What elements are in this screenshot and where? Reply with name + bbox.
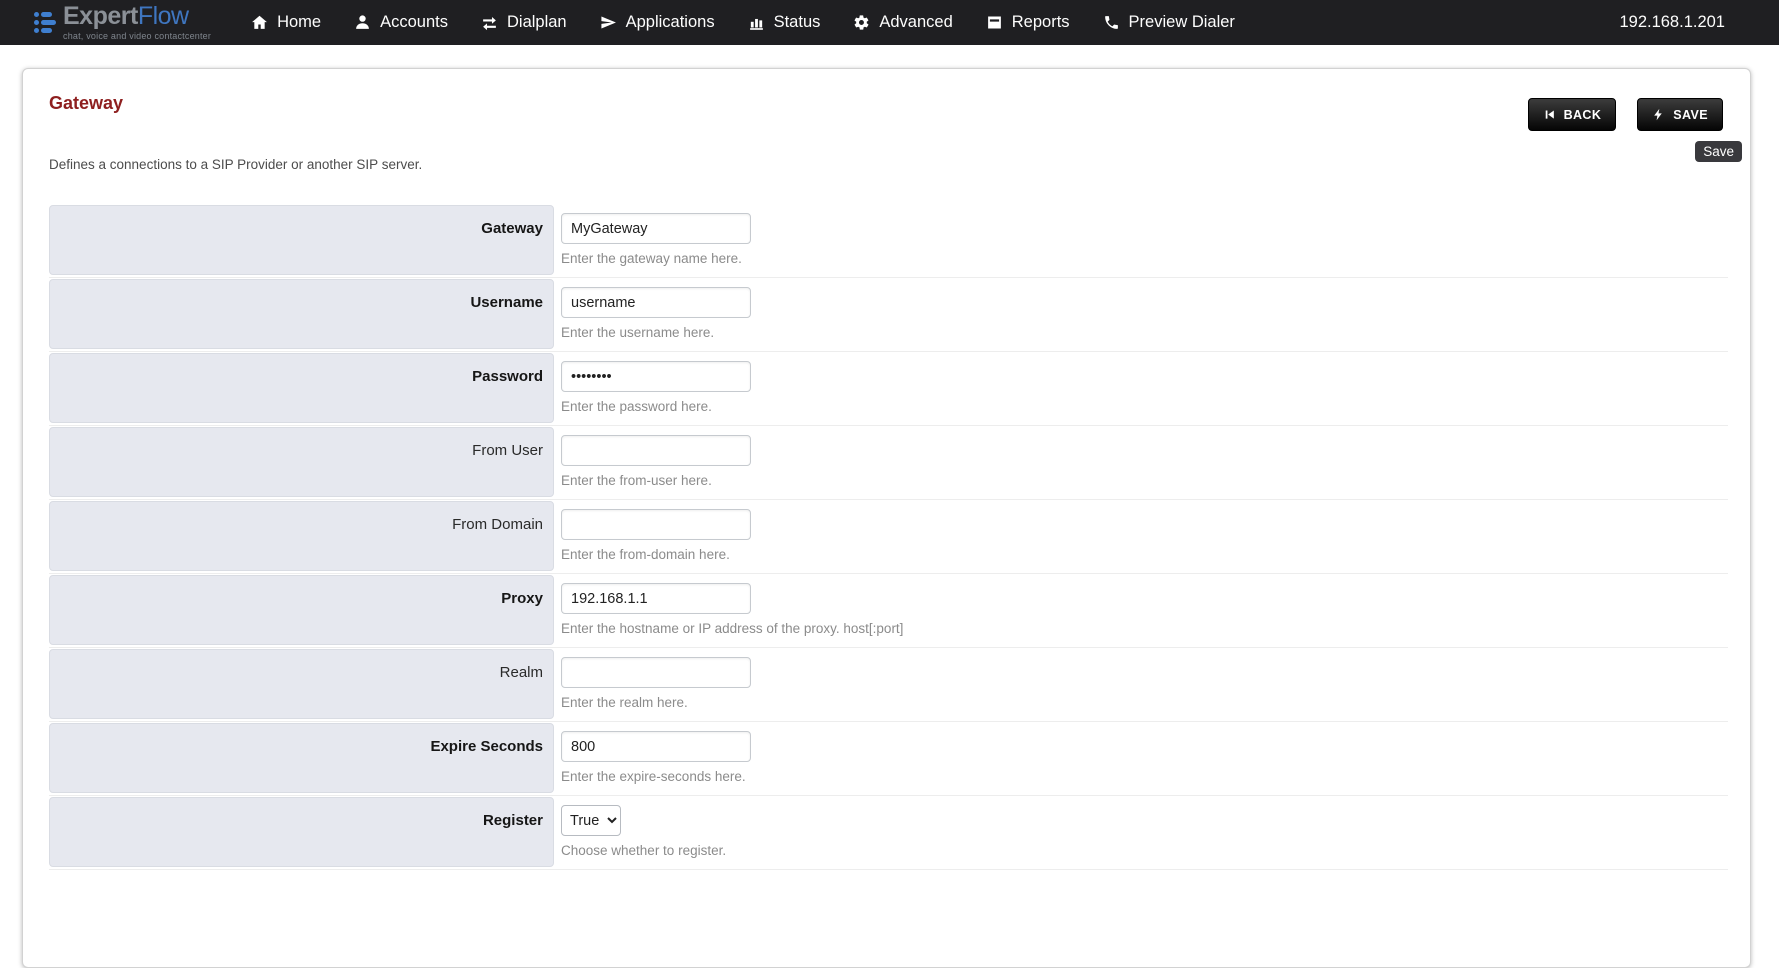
field-label-from-user: From User	[472, 442, 543, 496]
password-help-text: Enter the password here.	[561, 399, 751, 414]
register-select[interactable]: True	[561, 805, 621, 836]
brand-wordmark: ExpertFlow	[63, 4, 211, 29]
gear-icon	[853, 14, 870, 31]
proxy-help-text: Enter the hostname or IP address of the …	[561, 621, 903, 636]
password-input[interactable]	[561, 361, 751, 392]
from-domain-input[interactable]	[561, 509, 751, 540]
from-domain-help-text: Enter the from-domain here.	[561, 547, 751, 562]
username-help-text: Enter the username here.	[561, 325, 751, 340]
form-row-realm: Realm Enter the realm here.	[49, 648, 1728, 722]
page-description: Defines a connections to a SIP Provider …	[49, 157, 422, 172]
form-row-expire-seconds: Expire Seconds Enter the expire-seconds …	[49, 722, 1728, 796]
skip-back-icon	[1543, 108, 1556, 121]
reports-book-icon	[986, 14, 1003, 31]
field-label-panel: Register	[49, 797, 554, 867]
expire-seconds-help-text: Enter the expire-seconds here.	[561, 769, 751, 784]
form-row-proxy: Proxy Enter the hostname or IP address o…	[49, 574, 1728, 648]
form-row-username: Username Enter the username here.	[49, 278, 1728, 352]
field-label-password: Password	[472, 368, 543, 422]
gateway-settings-card: Gateway Defines a connections to a SIP P…	[22, 68, 1751, 968]
nav-item-home[interactable]: Home	[251, 13, 321, 32]
expire-seconds-input[interactable]	[561, 731, 751, 762]
brand-tagline: chat, voice and video contactcenter	[63, 32, 211, 41]
nav-item-advanced[interactable]: Advanced	[853, 13, 952, 32]
field-label-panel: Username	[49, 279, 554, 349]
form-row-gateway: Gateway Enter the gateway name here.	[49, 204, 1728, 278]
nav-item-dialplan[interactable]: Dialplan	[481, 13, 567, 32]
back-button[interactable]: BACK	[1528, 98, 1617, 131]
realm-help-text: Enter the realm here.	[561, 695, 751, 710]
server-ip-address: 192.168.1.201	[1619, 13, 1725, 32]
realm-input[interactable]	[561, 657, 751, 688]
form-row-register: Register True Choose whether to register…	[49, 796, 1728, 870]
register-help-text: Choose whether to register.	[561, 843, 726, 858]
home-icon	[251, 14, 268, 31]
field-label-from-domain: From Domain	[452, 516, 543, 570]
username-input[interactable]	[561, 287, 751, 318]
phone-icon	[1103, 14, 1120, 31]
field-label-username: Username	[470, 294, 543, 348]
field-label-expire-seconds: Expire Seconds	[430, 738, 543, 792]
nav-item-accounts[interactable]: Accounts	[354, 13, 448, 32]
field-label-panel: Gateway	[49, 205, 554, 275]
form-row-from-domain: From Domain Enter the from-domain here.	[49, 500, 1728, 574]
paper-plane-icon	[600, 14, 617, 31]
nav-item-preview-dialer[interactable]: Preview Dialer	[1103, 13, 1235, 32]
nav-item-reports[interactable]: Reports	[986, 13, 1070, 32]
field-label-gateway: Gateway	[481, 220, 543, 274]
gateway-name-input[interactable]	[561, 213, 751, 244]
form-row-from-user: From User Enter the from-user here.	[49, 426, 1728, 500]
field-label-panel: Password	[49, 353, 554, 423]
lightning-bolt-icon	[1652, 108, 1665, 121]
top-navbar: ExpertFlow chat, voice and video contact…	[0, 0, 1779, 45]
transfer-arrows-icon	[481, 14, 498, 31]
from-user-input[interactable]	[561, 435, 751, 466]
field-label-panel: From User	[49, 427, 554, 497]
field-label-panel: Realm	[49, 649, 554, 719]
expertflow-logo[interactable]: ExpertFlow chat, voice and video contact…	[34, 4, 211, 41]
field-label-realm: Realm	[500, 664, 543, 718]
field-label-panel: From Domain	[49, 501, 554, 571]
proxy-input[interactable]	[561, 583, 751, 614]
from-user-help-text: Enter the from-user here.	[561, 473, 751, 488]
page-title: Gateway	[49, 93, 123, 114]
field-label-panel: Proxy	[49, 575, 554, 645]
nav-item-status[interactable]: Status	[748, 13, 821, 32]
nav-menu: Home Accounts Dialplan Applications Stat…	[251, 13, 1235, 32]
gateway-form: Gateway Enter the gateway name here. Use…	[49, 204, 1728, 870]
expertflow-logo-icon	[34, 12, 56, 33]
bar-chart-icon	[748, 14, 765, 31]
field-label-proxy: Proxy	[501, 590, 543, 644]
save-button[interactable]: SAVE	[1637, 98, 1723, 131]
nav-item-applications[interactable]: Applications	[600, 13, 715, 32]
action-buttons: BACK SAVE	[1528, 98, 1723, 131]
user-icon	[354, 14, 371, 31]
form-row-password: Password Enter the password here.	[49, 352, 1728, 426]
field-label-panel: Expire Seconds	[49, 723, 554, 793]
gateway-help-text: Enter the gateway name here.	[561, 251, 751, 266]
save-tooltip: Save	[1695, 141, 1742, 162]
